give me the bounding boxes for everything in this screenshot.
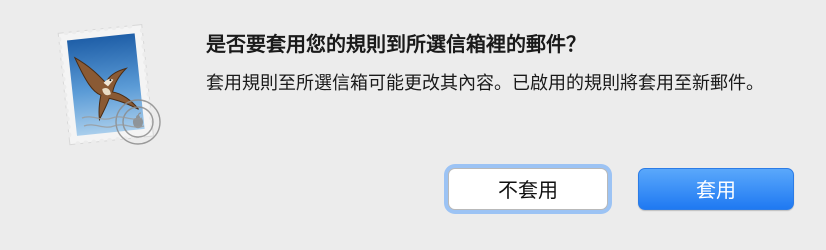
dont-apply-button[interactable]: 不套用 — [448, 168, 608, 210]
apply-rules-dialog: 是否要套用您的規則到所選信箱裡的郵件？ 套用規則至所選信箱可能更改其內容。已啟用… — [0, 0, 826, 250]
apply-button[interactable]: 套用 — [638, 168, 794, 210]
dialog-message: 套用規則至所選信箱可能更改其內容。已啟用的規則將套用至新郵件。 — [206, 73, 764, 94]
dialog-title: 是否要套用您的規則到所選信箱裡的郵件？ — [206, 32, 586, 56]
mail-app-icon — [52, 22, 172, 150]
